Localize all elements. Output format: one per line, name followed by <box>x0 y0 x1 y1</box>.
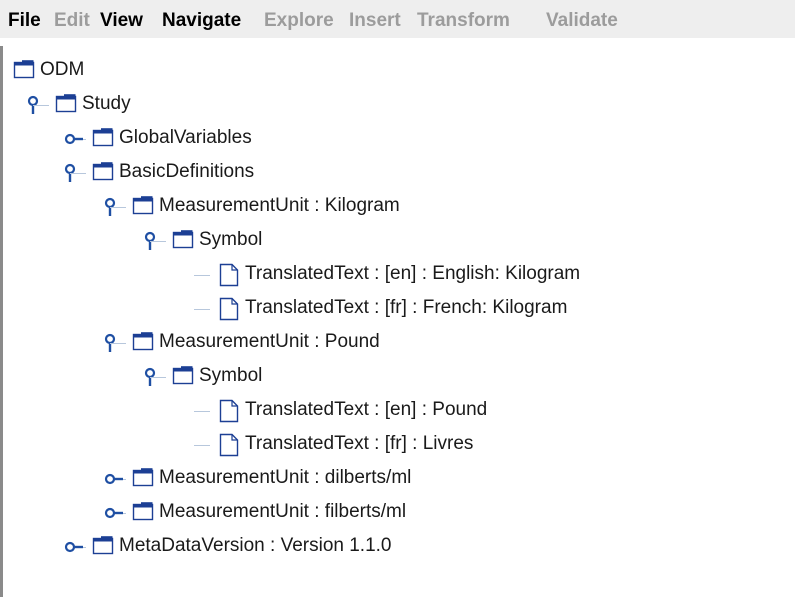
tree-node-symbol[interactable]: Symbol <box>0 360 795 394</box>
tree-connector-line <box>194 411 210 412</box>
tree-node-translatedtext-fr-french-kilogram[interactable]: TranslatedText : [fr] : French: Kilogram <box>0 292 795 326</box>
tree-node-label: MeasurementUnit : dilberts/ml <box>159 467 412 488</box>
tree-node-measurementunit-kilogram[interactable]: MeasurementUnit : Kilogram <box>0 190 795 224</box>
file-icon <box>218 433 240 457</box>
menu-view[interactable]: View <box>100 10 143 32</box>
tree-node-label: TranslatedText : [fr] : French: Kilogram <box>245 297 568 318</box>
tree-collapsed-handle-icon[interactable] <box>104 469 126 489</box>
tree-expanded-handle-icon[interactable] <box>104 197 126 217</box>
folder-icon <box>55 93 77 115</box>
tree-expanded-handle-icon[interactable] <box>104 333 126 353</box>
tree-connector-line <box>194 445 210 446</box>
menu-transform[interactable]: Transform <box>417 10 510 32</box>
tree-node-label: MeasurementUnit : Kilogram <box>159 195 400 216</box>
folder-icon <box>92 127 114 149</box>
tree-collapsed-handle-icon[interactable] <box>64 537 86 557</box>
tree-node-translatedtext-fr-livres[interactable]: TranslatedText : [fr] : Livres <box>0 428 795 462</box>
tree-node-label: MeasurementUnit : Pound <box>159 331 380 352</box>
folder-icon <box>132 467 154 489</box>
folder-icon <box>172 365 194 387</box>
tree-node-measurementunit-dilberts-ml[interactable]: MeasurementUnit : dilberts/ml <box>0 462 795 496</box>
tree-connector-line <box>194 309 210 310</box>
tree-expanded-handle-icon[interactable] <box>144 367 166 387</box>
tree-node-label: Study <box>82 93 131 114</box>
tree-connector-line <box>194 275 210 276</box>
tree-node-label: Symbol <box>199 229 263 250</box>
tree-node-label: MeasurementUnit : filberts/ml <box>159 501 407 522</box>
tree-node-translatedtext-en-pound[interactable]: TranslatedText : [en] : Pound <box>0 394 795 428</box>
menu-insert[interactable]: Insert <box>349 10 401 32</box>
tree-node-label: Symbol <box>199 365 263 386</box>
folder-icon <box>132 501 154 523</box>
file-icon <box>218 399 240 423</box>
tree-node-label: BasicDefinitions <box>119 161 255 182</box>
tree-node-measurementunit-pound[interactable]: MeasurementUnit : Pound <box>0 326 795 360</box>
tree-node-translatedtext-en-english-kilogram[interactable]: TranslatedText : [en] : English: Kilogra… <box>0 258 795 292</box>
tree-node-label: TranslatedText : [en] : English: Kilogra… <box>245 263 581 284</box>
tree-node-label: TranslatedText : [fr] : Livres <box>245 433 474 454</box>
folder-icon <box>132 195 154 217</box>
tree-collapsed-handle-icon[interactable] <box>64 129 86 149</box>
file-icon <box>218 297 240 321</box>
folder-icon <box>132 331 154 353</box>
file-icon <box>218 263 240 287</box>
menu-file[interactable]: File <box>8 10 41 32</box>
tree-expanded-handle-icon[interactable] <box>64 163 86 183</box>
tree-node-study[interactable]: Study <box>0 88 795 122</box>
tree-node-globalvariables[interactable]: GlobalVariables <box>0 122 795 156</box>
menu-edit[interactable]: Edit <box>54 10 90 32</box>
menu-bar: File Edit View Navigate Explore Insert Transfo… <box>0 0 795 38</box>
tree-expanded-handle-icon[interactable] <box>144 231 166 251</box>
folder-icon <box>172 229 194 251</box>
panel-left-border <box>0 46 3 597</box>
tree-node-label: MetaDataVersion : Version 1.1.0 <box>119 535 392 556</box>
tree-node-label: ODM <box>40 59 85 80</box>
menu-navigate[interactable]: Navigate <box>162 10 241 32</box>
tree-panel: ODM Study GlobalVariables BasicDefinitions M… <box>0 38 795 597</box>
tree-node-metadataversion-version-1-1-0[interactable]: MetaDataVersion : Version 1.1.0 <box>0 530 795 564</box>
menu-explore[interactable]: Explore <box>264 10 334 32</box>
tree-node-label: GlobalVariables <box>119 127 252 148</box>
menu-validate[interactable]: Validate <box>546 10 618 32</box>
tree-node-symbol[interactable]: Symbol <box>0 224 795 258</box>
tree-node-basicdefinitions[interactable]: BasicDefinitions <box>0 156 795 190</box>
folder-icon <box>92 161 114 183</box>
tree-node-measurementunit-filberts-ml[interactable]: MeasurementUnit : filberts/ml <box>0 496 795 530</box>
folder-icon <box>92 535 114 557</box>
folder-icon <box>13 59 35 81</box>
tree-node-odm[interactable]: ODM <box>0 54 795 88</box>
tree-collapsed-handle-icon[interactable] <box>104 503 126 523</box>
tree-node-label: TranslatedText : [en] : Pound <box>245 399 488 420</box>
tree-expanded-handle-icon[interactable] <box>27 95 49 115</box>
